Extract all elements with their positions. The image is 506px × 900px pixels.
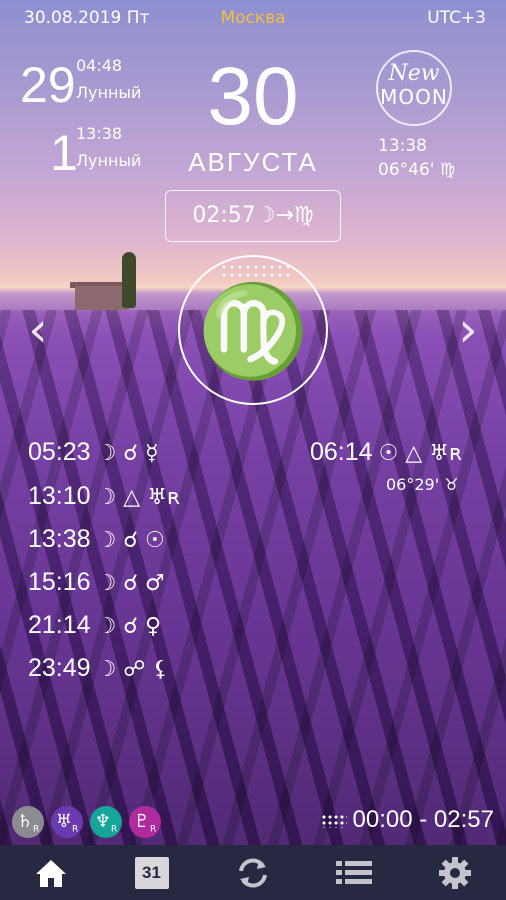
nav-home[interactable] (0, 845, 101, 900)
aspect-time: 13:10 (28, 482, 91, 510)
void-of-course-time: 00:00 - 02:57 (352, 806, 494, 833)
moon-phase-position: 06°46' ♍ (378, 160, 456, 180)
moon-ingress-box[interactable]: 02:57☽→♍ (165, 190, 341, 242)
aspect-symbols: ☽ ☌ ☿ (96, 441, 159, 466)
aspect-position: 06°29' ♉ (386, 475, 459, 494)
moon-phase-line2: MOON (380, 85, 448, 109)
aspect-symbols: ☽ ☌ ☉ (96, 528, 165, 553)
aspect-row: 15:16 ☽ ☌ ♂ (28, 568, 165, 597)
aspect-time: 15:16 (28, 568, 91, 596)
uranus-retrograde-icon[interactable]: ♅R (51, 806, 83, 838)
chevron-right-icon[interactable]: › (448, 300, 488, 360)
aspect-row: 13:38 ☽ ☌ ☉ (28, 525, 165, 554)
zodiac-sign-circle[interactable]: ♍ (178, 255, 328, 405)
bottom-nav: 31 (0, 845, 506, 900)
void-of-course: 00:00 - 02:57 (320, 806, 494, 834)
aspect-time: 05:23 (28, 438, 91, 466)
nav-settings[interactable] (404, 845, 505, 900)
cypress-tree (122, 252, 136, 308)
aspect-symbols: ☽ ☌ ♂ (96, 571, 165, 596)
pluto-retrograde-icon[interactable]: ♇R (129, 806, 161, 838)
aspect-symbols: ☽ △ ♅ʀ (96, 485, 181, 510)
timezone: UTC+3 (427, 8, 486, 28)
aspect-row: 21:14 ☽ ☌ ♀ (28, 611, 161, 640)
calendar-icon: 31 (134, 856, 169, 889)
aspect-row: 05:23 ☽ ☌ ☿ (28, 438, 159, 467)
settings-icon (438, 856, 471, 889)
moon-phase-line1: New (388, 61, 440, 86)
refresh-icon (238, 858, 267, 887)
void-dots-icon (320, 813, 347, 828)
aspect-time: 06:14 (310, 438, 373, 466)
aspect-symbols: ☽ ☍ ⚸ (96, 657, 169, 682)
neptune-retrograde-icon[interactable]: ♆R (90, 806, 122, 838)
aspect-time: 23:49 (28, 654, 91, 682)
chevron-left-icon[interactable]: ‹ (18, 300, 58, 360)
moon-phase-time: 13:38 (378, 136, 427, 156)
saturn-retrograde-icon[interactable]: ♄R (12, 806, 44, 838)
nav-list[interactable] (303, 845, 404, 900)
home-icon (35, 859, 66, 887)
aspect-row: 23:49 ☽ ☍ ⚸ (28, 654, 169, 683)
aspect-time: 21:14 (28, 611, 91, 639)
nav-calendar[interactable]: 31 (101, 845, 202, 900)
aspect-symbols: ☽ ☌ ♀ (96, 614, 162, 639)
stone-house (75, 286, 129, 310)
virgo-icon: ♍ (196, 279, 310, 384)
aspect-row-right: 06:14 ☉ △ ♅ʀ (310, 438, 462, 467)
moon-phase-badge[interactable]: New MOON (376, 50, 452, 126)
aspect-time: 13:38 (28, 525, 91, 553)
list-icon (335, 860, 372, 884)
aspect-row: 13:10 ☽ △ ♅ʀ (28, 482, 180, 511)
nav-refresh[interactable] (202, 845, 303, 900)
aspect-symbols: ☉ △ ♅ʀ (378, 441, 463, 466)
